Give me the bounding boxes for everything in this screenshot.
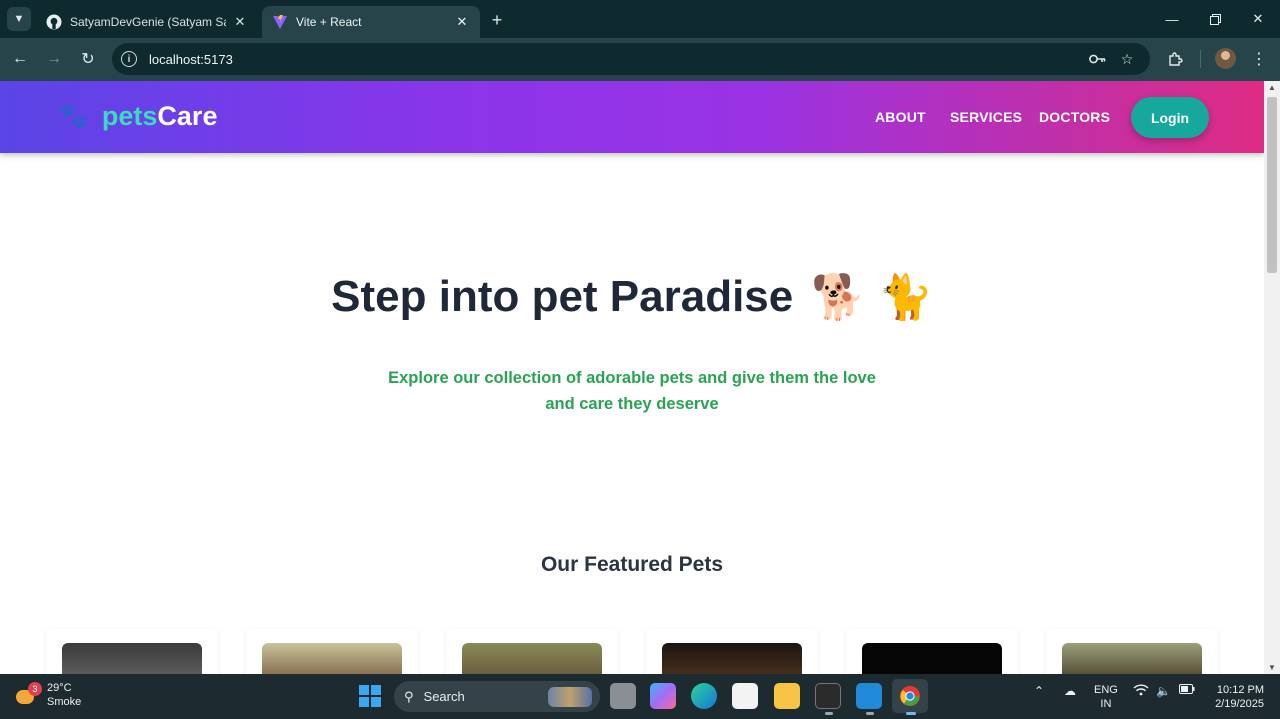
logo-text-care: Care [157, 101, 218, 131]
pet-card[interactable] [46, 629, 218, 674]
search-highlight-image [548, 687, 592, 707]
clock-date: 2/19/2025 [1215, 698, 1264, 710]
site-logo[interactable]: 🐾 pets Care [58, 101, 217, 132]
back-arrow-icon[interactable]: ← [9, 48, 31, 70]
hero-emojis: 🐕 🐈 [811, 271, 933, 323]
language-line1: ENG [1094, 684, 1118, 696]
vscode-icon[interactable] [856, 683, 882, 709]
battery-icon[interactable] [1179, 684, 1195, 694]
windows-start-icon[interactable] [359, 685, 381, 707]
clock-time: 10:12 PM [1216, 684, 1264, 696]
dog-emoji-icon: 🐕 [811, 273, 867, 322]
profile-avatar[interactable] [1215, 48, 1236, 69]
github-icon [46, 14, 62, 30]
pet-card[interactable] [446, 629, 618, 674]
vite-icon [272, 14, 288, 30]
tab-vite-react[interactable]: Vite + React ✕ [262, 6, 480, 38]
chrome-running-indicator [906, 712, 916, 715]
pet-card[interactable] [246, 629, 418, 674]
hero-title: Step into pet Paradise 🐕 🐈 [0, 271, 1264, 323]
edge-browser-icon[interactable] [691, 683, 717, 709]
onedrive-cloud-icon[interactable]: ☁ [1064, 684, 1076, 698]
restore-icon[interactable] [1204, 8, 1226, 30]
weather-widget[interactable]: 3 29°C Smoke [14, 681, 81, 709]
password-key-icon[interactable] [1088, 50, 1106, 68]
browser-toolbar: ← → ↻ i localhost:5173 ☆ ⋮ [0, 38, 1280, 81]
language-line2: IN [1100, 698, 1112, 710]
terminal-icon[interactable] [815, 683, 841, 709]
taskbar-clock[interactable]: 10:12 PM 2/19/2025 [1206, 683, 1264, 711]
taskbar-search-label: Search [423, 689, 465, 704]
nav-about[interactable]: ABOUT [875, 109, 926, 125]
page-viewport: 🐾 pets Care ABOUT SERVICES DOCTORS Login… [0, 81, 1264, 674]
pet-photo [262, 643, 402, 674]
login-button[interactable]: Login [1131, 97, 1209, 138]
volume-icon[interactable]: 🔈 [1156, 684, 1171, 698]
pet-card[interactable] [846, 629, 1018, 674]
hero-title-text: Step into pet Paradise [331, 272, 794, 321]
tab-github[interactable]: SatyamDevGenie (Satyam Sawa ✕ [36, 6, 258, 38]
tray-expand-chevron-icon[interactable]: ⌃ [1034, 684, 1044, 698]
bookmark-star-icon[interactable]: ☆ [1118, 50, 1136, 68]
toolbar-separator [1200, 50, 1201, 68]
pet-card[interactable] [646, 629, 818, 674]
scroll-down-arrow-icon[interactable]: ▼ [1268, 663, 1276, 672]
pet-photo [462, 643, 602, 674]
close-tab-icon[interactable]: ✕ [232, 14, 248, 30]
wifi-icon[interactable] [1133, 684, 1149, 696]
cat-emoji-icon: 🐈 [878, 273, 933, 322]
site-header: 🐾 pets Care ABOUT SERVICES DOCTORS Login [0, 81, 1264, 153]
task-view-icon[interactable] [610, 683, 636, 709]
pet-photo [862, 643, 1002, 674]
featured-pets-title: Our Featured Pets [540, 553, 724, 576]
tab-title: SatyamDevGenie (Satyam Sawa [70, 15, 226, 29]
reload-icon[interactable]: ↻ [77, 48, 99, 70]
site-info-icon[interactable]: i [121, 51, 137, 67]
logo-text-pets: pets [101, 101, 158, 131]
chrome-menu-icon[interactable]: ⋮ [1248, 48, 1270, 70]
nav-services[interactable]: SERVICES [950, 109, 1022, 125]
windows-taskbar: 3 29°C Smoke ⚲ Search ⌃ ☁ ENG IN 🔈 10:12… [0, 674, 1280, 719]
scroll-up-arrow-icon[interactable]: ▲ [1268, 83, 1276, 92]
vscode-running-indicator [866, 712, 874, 715]
address-bar[interactable]: i localhost:5173 ☆ [112, 43, 1150, 75]
chrome-icon [900, 686, 920, 706]
microsoft-store-icon[interactable] [732, 683, 758, 709]
featured-pets-grid [46, 629, 1218, 674]
address-url[interactable]: localhost:5173 [149, 52, 233, 67]
forward-arrow-icon[interactable]: → [43, 48, 65, 70]
tab-search-chevron-icon[interactable]: ▼ [7, 7, 31, 31]
new-tab-plus-icon[interactable]: + [486, 9, 508, 31]
browser-tab-strip: ▼ SatyamDevGenie (Satyam Sawa ✕ Vite + R… [0, 0, 1280, 38]
weather-icon: 3 [14, 682, 42, 706]
close-tab-icon[interactable]: ✕ [454, 14, 470, 30]
nav-doctors[interactable]: DOCTORS [1039, 109, 1110, 125]
minimize-icon[interactable]: — [1161, 8, 1183, 30]
pet-card[interactable] [1046, 629, 1218, 674]
pet-photo [62, 643, 202, 674]
page-scrollbar[interactable]: ▲ ▼ [1264, 81, 1280, 674]
hero-subtitle: Explore our collection of adorable pets … [388, 369, 876, 413]
copilot-icon[interactable] [650, 683, 676, 709]
pet-photo [662, 643, 802, 674]
taskbar-search[interactable]: ⚲ Search [394, 681, 600, 712]
language-indicator[interactable]: ENG IN [1094, 683, 1118, 711]
search-icon: ⚲ [404, 688, 414, 704]
extensions-icon[interactable] [1164, 48, 1186, 70]
pet-photo [1062, 643, 1202, 674]
file-explorer-icon[interactable] [774, 683, 800, 709]
weather-description: Smoke [47, 696, 82, 708]
terminal-running-indicator [825, 712, 833, 715]
chrome-taskbar-button[interactable] [892, 679, 928, 713]
weather-badge: 3 [28, 682, 42, 696]
scrollbar-thumb[interactable] [1267, 97, 1277, 273]
close-window-icon[interactable]: ✕ [1247, 8, 1269, 30]
paw-icon: 🐾 [58, 103, 88, 130]
weather-temperature: 29°C [47, 682, 72, 694]
tab-title: Vite + React [296, 15, 362, 29]
